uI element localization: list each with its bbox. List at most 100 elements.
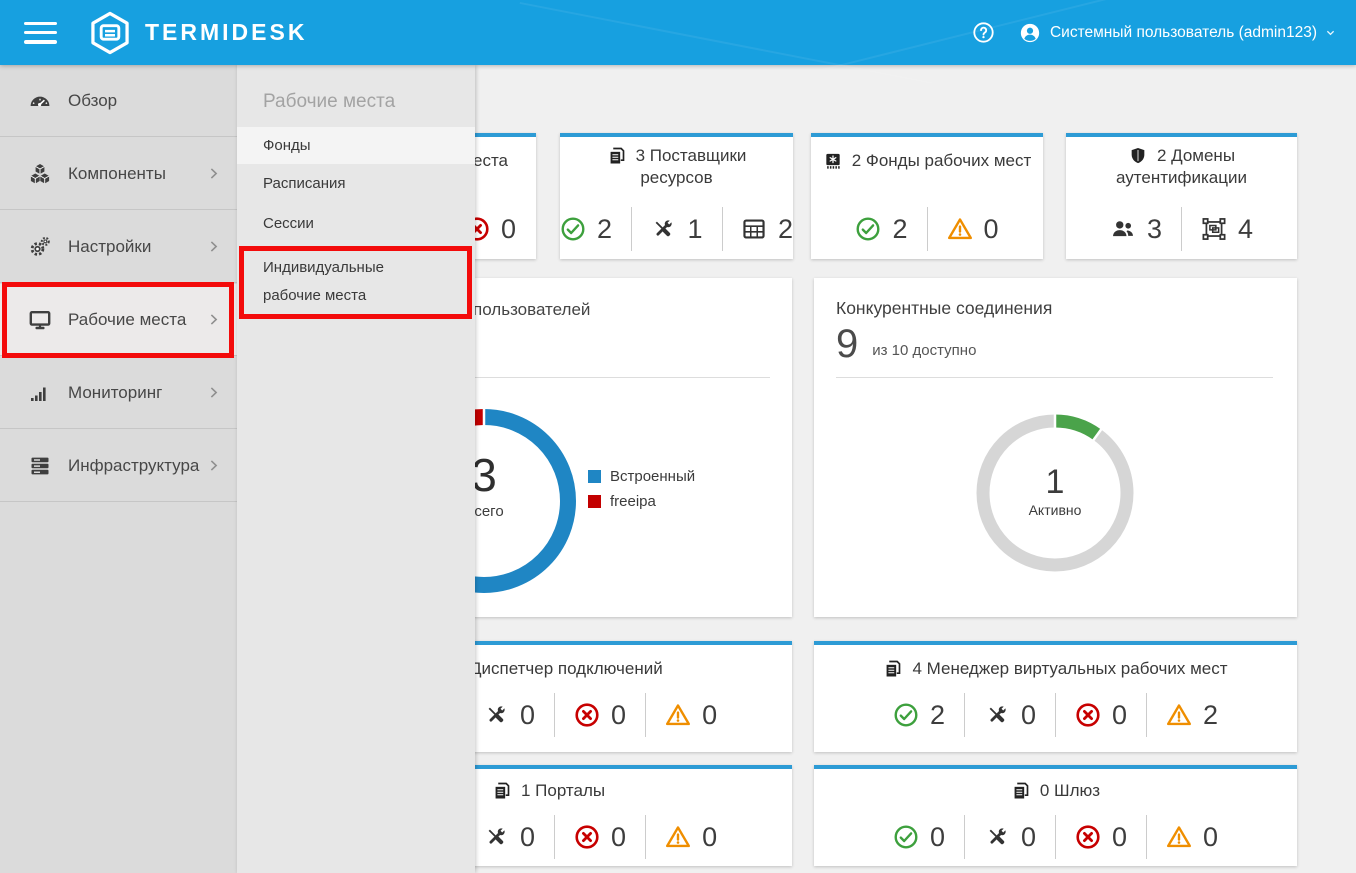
divider bbox=[1055, 693, 1056, 737]
chevron-right-icon bbox=[205, 457, 222, 474]
donut-center-label: 1 Активно bbox=[985, 464, 1125, 518]
divider bbox=[645, 693, 646, 737]
card-title: 4 Менеджер виртуальных рабочих мест bbox=[814, 659, 1297, 679]
legend-swatch-builtin bbox=[588, 470, 601, 483]
divider bbox=[645, 815, 646, 859]
card-stats: 0 0 0 bbox=[483, 693, 717, 737]
submenu-item-sessions[interactable]: Сессии bbox=[237, 208, 475, 239]
sidebar-item-overview[interactable]: Обзор bbox=[0, 65, 237, 137]
cubes-icon bbox=[28, 162, 52, 186]
card-vdi-manager: 4 Менеджер виртуальных рабочих мест 2 0 … bbox=[814, 641, 1297, 752]
warning-triangle-icon bbox=[1166, 702, 1192, 728]
card-title: 1 Порталы bbox=[492, 781, 605, 801]
sidebar-item-label: Мониторинг bbox=[68, 383, 162, 403]
legend-label: Встроенный bbox=[610, 468, 695, 485]
card-title: 0 Шлюз bbox=[814, 781, 1297, 801]
hamburger-menu-button[interactable] bbox=[24, 22, 57, 44]
check-circle-icon bbox=[893, 824, 919, 850]
divider bbox=[1146, 693, 1147, 737]
card-auth-domains: 2 Домены аутентификации 3 4 bbox=[1066, 133, 1297, 259]
submenu-item-label-line2: рабочие места bbox=[263, 282, 366, 310]
divider bbox=[1181, 207, 1182, 251]
submenu-item-label: Сессии bbox=[263, 215, 314, 232]
warning-triangle-icon bbox=[1166, 824, 1192, 850]
card-gateway: 0 Шлюз 0 0 0 0 bbox=[814, 765, 1297, 866]
chevron-right-icon bbox=[205, 165, 222, 182]
workplaces-submenu-panel: Рабочие места Фонды Расписания Сессии Ин… bbox=[237, 65, 475, 873]
top-bar: TERMIDESK Системный пользователь (admin1… bbox=[0, 0, 1356, 65]
documents-icon bbox=[492, 781, 512, 801]
shield-icon bbox=[1128, 146, 1148, 166]
submenu-item-pools[interactable]: Фонды bbox=[237, 127, 475, 164]
gauge-icon bbox=[28, 89, 52, 113]
card-title: Диспетчер подключений bbox=[470, 659, 663, 679]
legend-label: freeipa bbox=[610, 493, 656, 510]
warning-triangle-icon bbox=[947, 216, 973, 242]
x-circle-icon bbox=[574, 824, 600, 850]
submenu-item-individual-workplaces[interactable]: Индивидуальные рабочие места bbox=[237, 251, 475, 313]
chevron-right-icon bbox=[205, 311, 222, 328]
card-title: 2 Домены аутентификации bbox=[1066, 145, 1297, 189]
tools-icon bbox=[483, 824, 509, 850]
divider bbox=[927, 207, 928, 251]
legend-swatch-freeipa bbox=[588, 495, 601, 508]
object-group-icon bbox=[1201, 216, 1227, 242]
termidesk-logo-icon bbox=[87, 10, 133, 56]
divider bbox=[554, 693, 555, 737]
tools-icon bbox=[650, 216, 676, 242]
sidebar-item-workplaces[interactable]: Рабочие места bbox=[0, 284, 237, 356]
chevron-right-icon bbox=[205, 384, 222, 401]
card-stats: 3 4 bbox=[1066, 207, 1297, 251]
divider bbox=[964, 815, 965, 859]
card-stats: 2 0 0 2 bbox=[814, 693, 1297, 737]
tools-icon bbox=[984, 824, 1010, 850]
submenu-item-label: Расписания bbox=[263, 175, 345, 192]
check-circle-icon bbox=[893, 702, 919, 728]
chip-icon bbox=[823, 151, 843, 171]
documents-icon bbox=[607, 146, 627, 166]
brand-logo[interactable]: TERMIDESK bbox=[87, 10, 307, 56]
gears-icon bbox=[28, 235, 52, 259]
documents-icon bbox=[883, 659, 903, 679]
warning-triangle-icon bbox=[665, 824, 691, 850]
sidebar-item-components[interactable]: Компоненты bbox=[0, 138, 237, 210]
divider bbox=[1055, 815, 1056, 859]
divider bbox=[554, 815, 555, 859]
submenu-item-label-line1: Индивидуальные bbox=[263, 254, 384, 282]
user-menu[interactable]: Системный пользователь (admin123) bbox=[1019, 22, 1338, 44]
x-circle-icon bbox=[574, 702, 600, 728]
submenu-item-label: Фонды bbox=[263, 137, 311, 154]
warning-triangle-icon bbox=[665, 702, 691, 728]
table-icon bbox=[741, 216, 767, 242]
available-counter: 9 из 10 доступно bbox=[836, 322, 976, 366]
card-stats: 0 0 0 bbox=[483, 815, 717, 859]
divider bbox=[836, 377, 1273, 378]
card-title: Конкурентные соединения bbox=[836, 298, 1052, 319]
card-resource-providers: 3 Поставщики ресурсов 2 1 2 bbox=[560, 133, 793, 259]
servers-icon bbox=[28, 454, 52, 478]
chevron-down-icon bbox=[1323, 25, 1338, 40]
card-concurrent-connections: Конкурентные соединения 9 из 10 доступно… bbox=[814, 278, 1297, 617]
sidebar-item-infrastructure[interactable]: Инфраструктура bbox=[0, 430, 237, 502]
tools-icon bbox=[483, 702, 509, 728]
sidebar-item-monitoring[interactable]: Мониторинг bbox=[0, 357, 237, 429]
monitor-icon bbox=[28, 308, 52, 332]
chevron-right-icon bbox=[205, 238, 222, 255]
x-circle-icon bbox=[1075, 702, 1101, 728]
submenu-item-schedules[interactable]: Расписания bbox=[237, 168, 475, 199]
sidebar-nav: Обзор Компоненты Настройки Рабочие места… bbox=[0, 65, 237, 873]
sidebar-item-settings[interactable]: Настройки bbox=[0, 211, 237, 283]
check-circle-icon bbox=[855, 216, 881, 242]
users-icon bbox=[1110, 216, 1136, 242]
sidebar-item-label: Компоненты bbox=[68, 164, 166, 184]
tools-icon bbox=[984, 702, 1010, 728]
divider bbox=[964, 693, 965, 737]
documents-icon bbox=[1011, 781, 1031, 801]
sidebar-item-label: Обзор bbox=[68, 91, 117, 111]
chart-bars-icon bbox=[28, 381, 52, 405]
help-icon[interactable] bbox=[972, 21, 995, 44]
x-circle-icon bbox=[1075, 824, 1101, 850]
sidebar-item-label: Рабочие места bbox=[68, 310, 186, 330]
sidebar-item-label: Инфраструктура bbox=[68, 456, 199, 476]
card-stats: 0 0 0 0 bbox=[814, 815, 1297, 859]
